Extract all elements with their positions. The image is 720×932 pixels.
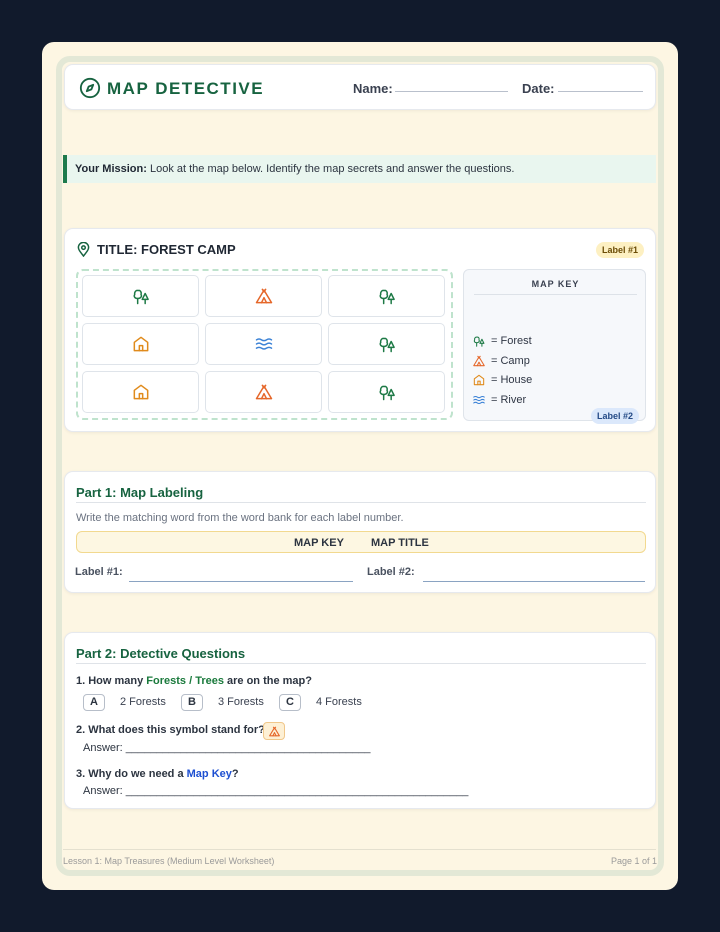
map-key-label: = Camp	[491, 354, 530, 367]
option-a-button[interactable]: A	[83, 694, 105, 711]
camp-icon	[255, 384, 272, 400]
question-3-suffix: ?	[231, 768, 239, 780]
forest-icon	[379, 337, 395, 353]
forest-icon	[379, 385, 395, 401]
map-cell-forest	[82, 275, 199, 317]
map-cell-forest	[328, 275, 445, 317]
footer-page-number: Page 1 of 1	[610, 856, 657, 866]
name-field[interactable]	[395, 91, 508, 92]
part-1-title: Part 1: Map Labeling	[76, 485, 204, 500]
house-icon	[473, 374, 485, 386]
footer-lesson: Lesson 1: Map Treasures (Medium Level Wo…	[63, 856, 275, 866]
word-bank-item: MAP KEY	[294, 537, 344, 549]
house-icon	[133, 384, 148, 400]
name-label: Name:	[353, 81, 393, 96]
question-3-text: 3. Why do we need a	[76, 768, 187, 780]
forest-icon	[379, 289, 395, 305]
map-cell-camp	[205, 275, 322, 317]
part-2-title: Part 2: Detective Questions	[76, 646, 246, 661]
option-b-button[interactable]: B	[181, 694, 203, 711]
camp-icon	[268, 726, 280, 736]
camp-icon	[255, 288, 272, 304]
highlight-term: Map Key	[186, 768, 232, 780]
label-1-field-label: Label #1:	[75, 566, 123, 578]
map-key-label: = House	[491, 374, 533, 386]
forest-icon	[473, 336, 485, 347]
question-1-suffix: are on the map?	[223, 675, 312, 687]
date-field[interactable]	[558, 91, 643, 92]
option-c-button[interactable]: C	[279, 694, 301, 711]
worksheet-title: MAP DETECTIVE	[107, 79, 265, 98]
label-1-badge: Label #1	[595, 242, 644, 258]
highlight-term: Forests / Trees	[146, 675, 224, 687]
part-1-instruction: Write the matching word from the word ba…	[76, 512, 404, 524]
river-icon	[255, 338, 272, 350]
question-1: 1. How many Forests / Trees are on the m…	[76, 675, 312, 687]
footer-divider	[63, 849, 656, 850]
forest-icon	[133, 289, 149, 305]
label-2-field-label: Label #2:	[367, 566, 415, 578]
worksheet-header: MAP DETECTIVE Name: Date:	[64, 64, 656, 110]
word-bank-item: MAP TITLE	[371, 537, 429, 549]
divider	[76, 502, 646, 503]
label-1-answer-line[interactable]	[129, 581, 353, 582]
map-key-item-house: = House	[472, 373, 532, 387]
question-2: 2. What does this symbol stand for?	[76, 724, 265, 736]
map-key: MAP KEY = Forest = Camp = House = River Lab…	[463, 269, 646, 424]
mission-lead: Your Mission:	[75, 163, 147, 175]
map-cell-river	[205, 323, 322, 365]
camp-icon	[473, 355, 485, 366]
answer-3-line[interactable]: Answer: ________________________________…	[83, 785, 468, 797]
label-2-answer-line[interactable]	[423, 581, 645, 582]
option-b-text: 3 Forests	[218, 696, 264, 708]
map-key-item-river: = River	[472, 393, 526, 407]
question-1-text: 1. How many	[76, 675, 147, 687]
date-label: Date:	[522, 81, 555, 96]
word-bank: MAP KEY MAP TITLE	[76, 531, 646, 553]
mission-banner: Your Mission: Look at the map below. Ide…	[63, 155, 656, 183]
answer-2-line[interactable]: Answer: ________________________________…	[83, 742, 371, 754]
divider	[76, 663, 646, 664]
map-pin-icon	[77, 242, 90, 257]
map-card: TITLE: FOREST CAMP Label #1 MAP KEY = Fo…	[64, 228, 656, 432]
map-cell-camp	[205, 371, 322, 413]
map-key-item-camp: = Camp	[472, 354, 530, 368]
camp-symbol-chip	[263, 722, 285, 740]
map-key-heading: MAP KEY	[474, 279, 637, 295]
map-key-item-forest: = Forest	[472, 334, 532, 348]
question-3: 3. Why do we need a Map Key?	[76, 768, 239, 780]
map-title: TITLE: FOREST CAMP	[97, 242, 236, 257]
option-c-text: 4 Forests	[316, 696, 362, 708]
option-a-text: 2 Forests	[120, 696, 166, 708]
map-cell-forest	[328, 371, 445, 413]
map-key-label: = River	[491, 393, 527, 406]
map-cell-forest	[328, 323, 445, 365]
map-key-label: = Forest	[491, 335, 532, 347]
part-2-section: Part 2: Detective Questions 1. How many …	[64, 632, 656, 809]
mission-text: Look at the map below. Identify the map …	[149, 163, 515, 175]
compass-icon	[79, 77, 101, 99]
label-2-badge: Label #2	[590, 408, 639, 424]
house-icon	[133, 336, 148, 352]
river-icon	[473, 395, 485, 404]
map-cell-house	[82, 323, 199, 365]
map-grid	[76, 269, 453, 420]
map-cell-house	[82, 371, 199, 413]
part-1-section: Part 1: Map Labeling Write the matching …	[64, 471, 656, 593]
